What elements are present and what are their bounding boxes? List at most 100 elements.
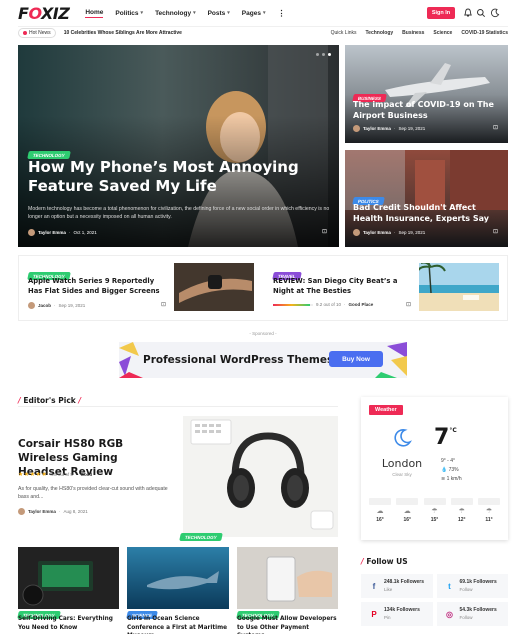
more-menu-icon[interactable]: ⋮	[277, 9, 285, 18]
follower-count: 248.1k Followers	[384, 579, 425, 585]
day-label	[478, 498, 500, 505]
side-card-2[interactable]: Politics Bad Credit Shouldn't Affect Hea…	[345, 150, 508, 247]
quick-link[interactable]: Business	[402, 30, 424, 36]
author-name[interactable]: Taylor Emma	[28, 509, 56, 514]
slider-dot[interactable]	[328, 53, 331, 56]
weather-sky: Clear Sky	[392, 472, 412, 477]
whale-image[interactable]	[127, 547, 229, 609]
temp-value: 7	[434, 425, 450, 450]
grid-title[interactable]: Google Must Allow Developers to Use Othe…	[237, 615, 338, 634]
forecast-day: ☁ 16°	[396, 498, 419, 523]
follower-count: 134k Followers	[384, 607, 420, 613]
quick-link[interactable]: Technology	[365, 30, 393, 36]
quick-links: Quick Links Technology Business Science …	[331, 30, 508, 36]
forecast-day: ☂ 11°	[478, 498, 500, 523]
slider-dot[interactable]	[316, 53, 319, 56]
chevron-down-icon: ▾	[140, 10, 144, 16]
rain-cloud-icon: ☂	[431, 508, 438, 515]
smartwatch-image[interactable]	[174, 263, 254, 311]
weather-city: London	[381, 457, 423, 470]
post-date: Sep 19, 2021	[398, 126, 426, 131]
trending-headline[interactable]: 10 Celebrities Whose Siblings Are More A…	[64, 30, 182, 36]
bookmark-icon[interactable]: ⊡	[493, 124, 498, 131]
side-title-1[interactable]: The impact of COVID-19 on The Airport Bu…	[353, 99, 503, 121]
hero-title[interactable]: How My Phone’s Most Annoying Feature Sav…	[28, 158, 328, 196]
follower-count: 69.1k Followers	[459, 579, 497, 585]
side-card-1[interactable]: Business The impact of COVID-19 on The A…	[345, 45, 508, 143]
score-bar	[273, 303, 313, 306]
nav-politics[interactable]: Politics ▾	[115, 9, 143, 18]
post-date: Sep 19, 2021	[398, 230, 426, 235]
bell-icon[interactable]	[463, 8, 473, 18]
nav-home[interactable]: Home	[85, 8, 104, 18]
slider-dots[interactable]	[316, 53, 331, 56]
buy-now-button[interactable]: Buy Now	[329, 351, 383, 367]
row-left-title[interactable]: Apple Watch Series 9 Reportedly Has Flat…	[28, 277, 168, 296]
car-dashboard-image[interactable]	[18, 547, 119, 609]
avatar[interactable]	[353, 229, 360, 236]
dark-mode-icon[interactable]	[490, 8, 500, 18]
forecast-day: ☂ 15°	[423, 498, 446, 523]
weather-stats: 9° - 4° 💧 73% ≋ 1 km/h	[441, 457, 462, 484]
bookmark-icon[interactable]: ⊡	[406, 301, 411, 308]
bookmark-icon[interactable]: ⊡	[322, 228, 327, 235]
category-tag[interactable]: Technology	[179, 532, 223, 541]
nav-label: Politics	[115, 9, 139, 17]
ad-title: Professional WordPress Themes	[143, 354, 334, 366]
side-title-2[interactable]: Bad Credit Shouldn't Affect Health Insur…	[353, 202, 503, 224]
review-excerpt: As for quality, the HS80's provided clea…	[18, 486, 168, 500]
nav-pages[interactable]: Pages ▾	[242, 9, 266, 18]
avatar[interactable]	[28, 302, 35, 309]
day-label	[450, 498, 473, 505]
quick-link[interactable]: COVID-19 Statistics	[461, 30, 508, 36]
beach-image[interactable]	[419, 263, 499, 311]
author-name[interactable]: Jacob	[38, 303, 51, 308]
bookmark-icon[interactable]: ⊡	[161, 301, 166, 308]
follow-action: Follow	[459, 615, 473, 620]
follow-grid: f 248.1k Followers Like t 69.1k Followers Fo…	[361, 574, 508, 626]
search-icon[interactable]	[476, 8, 486, 18]
follow-twitter[interactable]: t 69.1k Followers Follow	[436, 574, 508, 598]
site-logo[interactable]: FOXIZ	[18, 4, 70, 23]
bookmark-icon[interactable]: ⊡	[493, 228, 498, 235]
headset-image[interactable]	[183, 416, 338, 537]
chevron-down-icon: ▾	[262, 10, 266, 16]
author-name[interactable]: Taylor Emma	[363, 126, 391, 131]
nav-label: Posts	[207, 9, 226, 17]
score-text: 9.2 out of 10	[316, 302, 342, 307]
follow-heading: / Follow US	[361, 557, 408, 566]
day-label	[396, 498, 419, 505]
chevron-down-icon: ▾	[227, 10, 230, 16]
divider	[18, 406, 338, 407]
cloud-icon: ☁	[376, 508, 384, 515]
grid-title[interactable]: Girls in Ocean Science Conference a Firs…	[127, 615, 229, 634]
heading-text: Editor's Pick	[23, 396, 76, 405]
phone-payment-image[interactable]	[237, 547, 338, 609]
weather-temp: 7°C	[434, 425, 457, 450]
wind-value: 1 km/h	[446, 476, 462, 482]
nav-label: Home	[85, 8, 104, 16]
follow-instagram[interactable]: ◎ 54.3k Followers Follow	[436, 602, 508, 626]
avatar[interactable]	[18, 508, 25, 515]
follow-facebook[interactable]: f 248.1k Followers Like	[361, 574, 433, 598]
quick-link[interactable]: Science	[433, 30, 452, 36]
ad-banner[interactable]: Professional WordPress Themes Buy Now	[119, 342, 407, 378]
rating-text: 4.8 out of 5	[50, 472, 73, 477]
signin-button[interactable]: Sign In	[427, 7, 455, 19]
weather-widget: Weather 7°C London Clear Sky 9° - 4° 💧 7…	[361, 397, 508, 540]
hero-card[interactable]: Technology How My Phone’s Most Annoying …	[18, 45, 339, 247]
avatar[interactable]	[353, 125, 360, 132]
slider-dot[interactable]	[322, 53, 325, 56]
author-name[interactable]: Taylor Emma	[38, 230, 66, 235]
avatar[interactable]	[28, 229, 35, 236]
editors-pick-heading: / Editor's Pick /	[18, 396, 82, 405]
chevron-down-icon: ▾	[193, 10, 196, 16]
grid-title[interactable]: Self-Driving Cars: Everything You Need t…	[18, 615, 119, 632]
follow-pinterest[interactable]: P 134k Followers Pin	[361, 602, 433, 626]
author-name[interactable]: Taylor Emma	[363, 230, 391, 235]
row-right-title[interactable]: REVIEW: San Diego City Beat’s a Night at…	[273, 277, 413, 296]
site-header: FOXIZ Home Politics ▾ Technology ▾ Posts ▾ …	[0, 0, 526, 26]
nav-technology[interactable]: Technology ▾	[155, 9, 196, 18]
forecast-temp: 16°	[376, 517, 384, 523]
nav-posts[interactable]: Posts ▾	[208, 9, 230, 18]
